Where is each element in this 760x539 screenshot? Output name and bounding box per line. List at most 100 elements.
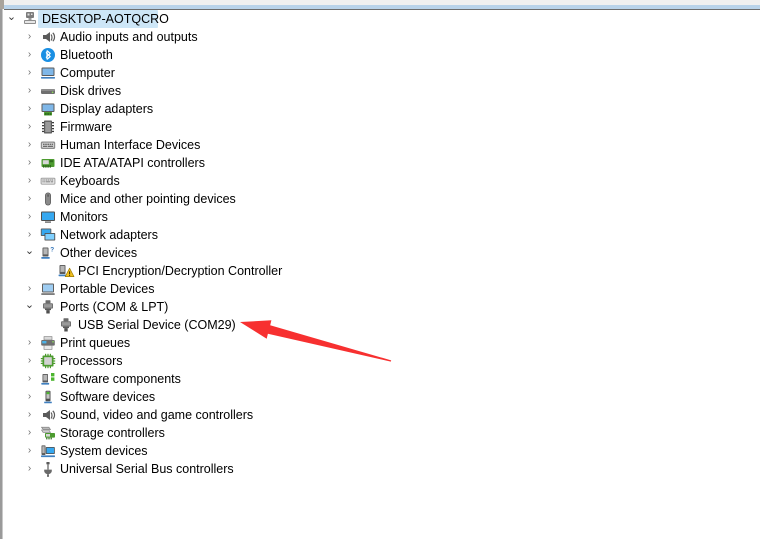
- monitor-screen-icon: [40, 209, 56, 225]
- tree-item-label: Audio inputs and outputs: [60, 30, 198, 44]
- speaker-icon: [40, 407, 56, 423]
- window-left-nub: [0, 0, 4, 9]
- tree-item-label: USB Serial Device (COM29): [78, 318, 236, 332]
- tree-item-label: Print queues: [60, 336, 131, 350]
- tree-item[interactable]: › Monitors: [4, 208, 756, 226]
- svg-text:?: ?: [50, 247, 54, 254]
- chevron-right-icon[interactable]: ›: [24, 226, 35, 244]
- tree-item[interactable]: › Keyboards: [4, 172, 756, 190]
- chevron-right-icon[interactable]: ›: [24, 64, 35, 82]
- network-adapter-icon: [40, 227, 56, 243]
- tree-item-label: Processors: [60, 354, 123, 368]
- chevron-right-icon[interactable]: ›: [24, 370, 35, 388]
- tree-item[interactable]: › Network adapters: [4, 226, 756, 244]
- chevron-right-icon[interactable]: ›: [24, 280, 35, 298]
- chevron-right-icon[interactable]: ›: [24, 154, 35, 172]
- tree-item[interactable]: › Sound, video and game controllers: [4, 406, 756, 424]
- tree-item[interactable]: USB Serial Device (COM29): [4, 316, 756, 334]
- chevron-right-icon[interactable]: ›: [24, 334, 35, 352]
- tree-item-label: Network adapters: [60, 228, 158, 242]
- tree-item-label: Sound, video and game controllers: [60, 408, 254, 422]
- tree-item-label: Storage controllers: [60, 426, 165, 440]
- portable-device-icon: [40, 281, 56, 297]
- computer-node-icon: [22, 11, 38, 27]
- port-plug-icon: [40, 299, 56, 315]
- tree-item[interactable]: › Firmware: [4, 118, 756, 136]
- tree-item[interactable]: › Storage controllers: [4, 424, 756, 442]
- port-plug-icon: [58, 317, 74, 333]
- tree-item[interactable]: › Software devices: [4, 388, 756, 406]
- unknown-device-icon: ?: [40, 245, 56, 261]
- tree-item[interactable]: › Computer: [4, 64, 756, 82]
- tree-item[interactable]: › Display adapters: [4, 100, 756, 118]
- tree-item-label: IDE ATA/ATAPI controllers: [60, 156, 205, 170]
- chevron-right-icon[interactable]: ›: [24, 118, 35, 136]
- software-component-icon: [40, 371, 56, 387]
- chevron-right-icon[interactable]: ›: [24, 100, 35, 118]
- chevron-right-icon[interactable]: ›: [24, 136, 35, 154]
- tree-item[interactable]: › Print queues: [4, 334, 756, 352]
- tree-item[interactable]: › System devices: [4, 442, 756, 460]
- chevron-right-icon[interactable]: ›: [24, 424, 35, 442]
- tree-item-label: Portable Devices: [60, 282, 155, 296]
- tree-item[interactable]: › Mice and other pointing devices: [4, 190, 756, 208]
- chevron-right-icon[interactable]: ›: [24, 442, 35, 460]
- firmware-chip-icon: [40, 119, 56, 135]
- tree-item-label: Mice and other pointing devices: [60, 192, 236, 206]
- chevron-right-icon[interactable]: ›: [24, 460, 35, 478]
- bluetooth-icon: [40, 47, 56, 63]
- keyboard-icon: [40, 173, 56, 189]
- tree-item[interactable]: › Portable Devices: [4, 280, 756, 298]
- chevron-right-icon[interactable]: ›: [24, 406, 35, 424]
- tree-item[interactable]: › Human Interface Devices: [4, 136, 756, 154]
- device-manager-window: ⌄ DESKTOP-AOTQCRO › Audio inputs and output…: [0, 0, 760, 539]
- tree-item[interactable]: PCI Encryption/Decryption Controller: [4, 262, 756, 280]
- tree-item-label: Software components: [60, 372, 181, 386]
- tree-item-label: Computer: [60, 66, 115, 80]
- disk-drive-icon: [40, 83, 56, 99]
- tree-item[interactable]: › IDE ATA/ATAPI controllers: [4, 154, 756, 172]
- chevron-down-icon[interactable]: ⌄: [24, 244, 35, 262]
- chevron-right-icon[interactable]: ›: [24, 172, 35, 190]
- device-tree[interactable]: ⌄ DESKTOP-AOTQCRO › Audio inputs and output…: [4, 10, 760, 539]
- tree-item[interactable]: ⌄? Other devices: [4, 244, 756, 262]
- storage-controller-icon: [40, 425, 56, 441]
- tree-item[interactable]: › Disk drives: [4, 82, 756, 100]
- device-warning-icon: [58, 263, 75, 279]
- tree-item-label: Bluetooth: [60, 48, 113, 62]
- chevron-down-icon[interactable]: ⌄: [6, 10, 17, 28]
- tree-item[interactable]: ⌄ DESKTOP-AOTQCRO: [4, 10, 756, 28]
- chevron-right-icon[interactable]: ›: [24, 388, 35, 406]
- speaker-icon: [40, 29, 56, 45]
- chevron-right-icon[interactable]: ›: [24, 352, 35, 370]
- tree-item[interactable]: › Bluetooth: [4, 46, 756, 64]
- tree-item[interactable]: › Universal Serial Bus controllers: [4, 460, 756, 478]
- chevron-right-icon[interactable]: ›: [24, 190, 35, 208]
- tree-item[interactable]: ⌄ Ports (COM & LPT): [4, 298, 756, 316]
- chevron-right-icon[interactable]: ›: [24, 208, 35, 226]
- tree-item-label: PCI Encryption/Decryption Controller: [78, 264, 283, 278]
- mouse-icon: [40, 191, 56, 207]
- tree-item-label: Universal Serial Bus controllers: [60, 462, 234, 476]
- tree-item-label: System devices: [60, 444, 148, 458]
- usb-icon: [40, 461, 56, 477]
- chevron-right-icon[interactable]: ›: [24, 28, 35, 46]
- chevron-down-icon[interactable]: ⌄: [24, 298, 35, 316]
- printer-icon: [40, 335, 56, 351]
- chevron-right-icon[interactable]: ›: [24, 46, 35, 64]
- tree-item-label: Display adapters: [60, 102, 154, 116]
- processor-icon: [40, 353, 56, 369]
- tree-item-label: Other devices: [60, 246, 138, 260]
- tree-item[interactable]: › Audio inputs and outputs: [4, 28, 756, 46]
- tree-item-label: Ports (COM & LPT): [60, 300, 169, 314]
- tree-item[interactable]: › Processors: [4, 352, 756, 370]
- chevron-right-icon[interactable]: ›: [24, 82, 35, 100]
- hid-keyboard-icon: [40, 137, 56, 153]
- tree-item-label: Firmware: [60, 120, 113, 134]
- tree-item-label: Keyboards: [60, 174, 120, 188]
- display-adapter-icon: [40, 101, 56, 117]
- ide-controller-icon: [40, 155, 56, 171]
- tree-item-label: DESKTOP-AOTQCRO: [42, 12, 169, 26]
- tree-item-label: Disk drives: [60, 84, 122, 98]
- tree-item[interactable]: › Software components: [4, 370, 756, 388]
